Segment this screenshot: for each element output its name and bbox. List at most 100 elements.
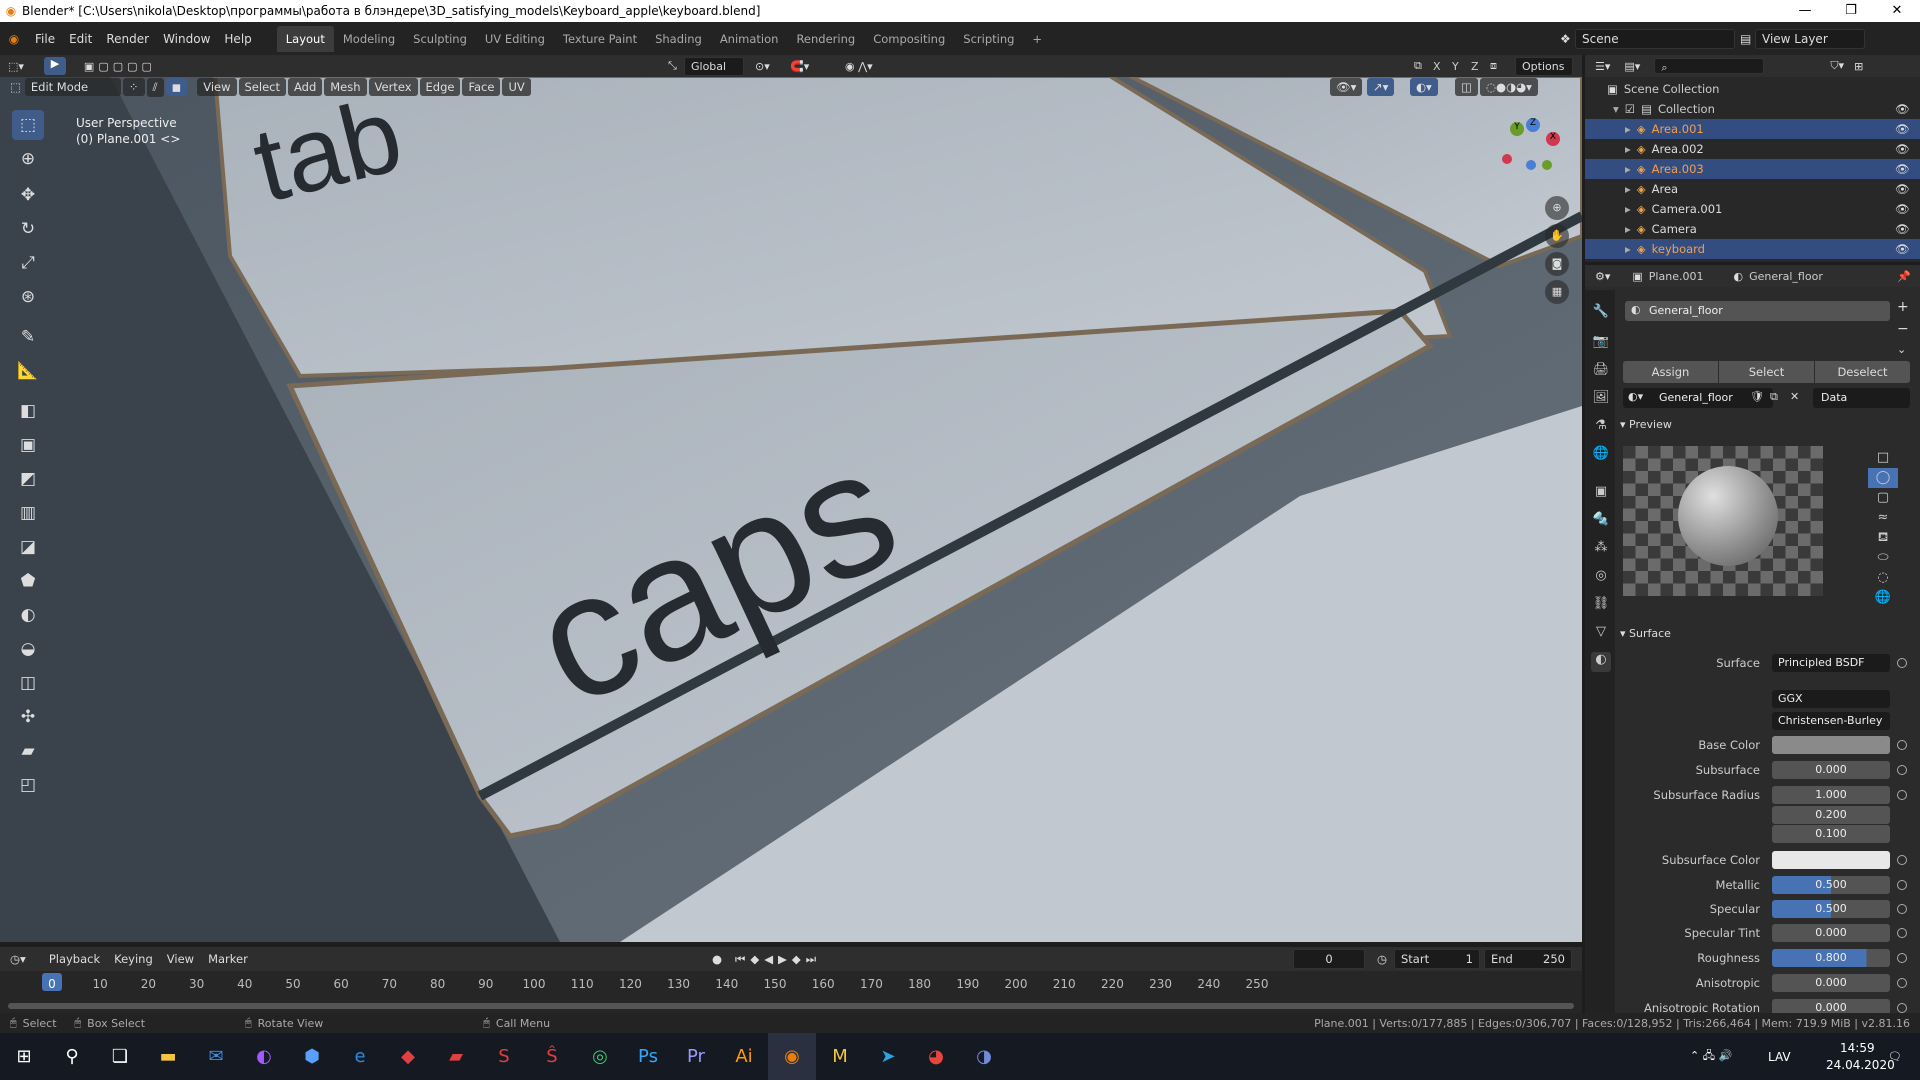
edge-slide-tool-icon[interactable]: ◫ (12, 668, 44, 698)
blender-taskbar-icon[interactable]: ◉ (768, 1033, 816, 1080)
output-tab-icon[interactable]: 🖨 (1591, 362, 1611, 382)
gizmo-toggle-icon[interactable]: ↗▾ (1367, 78, 1395, 96)
socket-dot-icon[interactable] (1897, 790, 1907, 800)
mail-icon[interactable]: ✉ (192, 1033, 240, 1080)
shear-tool-icon[interactable]: ▰ (12, 736, 44, 766)
checkbox-icon[interactable]: ☑ (1625, 102, 1635, 116)
field-value[interactable]: GGX (1772, 690, 1890, 708)
shading-modes-icon[interactable]: ◌●◑◕▾ (1480, 78, 1538, 96)
outliner-item[interactable]: ▸ ◈ keyboard 👁 (1585, 239, 1920, 259)
record-icon[interactable]: ● (712, 952, 722, 966)
tab-rendering[interactable]: Rendering (787, 26, 864, 52)
preview-type-icons[interactable]: □ ◯ ▢ ≈ ⛾ ⬭ ◌ 🌐 (1868, 448, 1898, 608)
notifications-icon[interactable]: 🗨 (1888, 1050, 1902, 1063)
vertex-select-icon[interactable]: ⁘ (122, 78, 145, 96)
expand-arrow-icon[interactable]: ▸ (1625, 222, 1631, 236)
deselect-button[interactable]: Deselect (1815, 361, 1910, 383)
discord-icon[interactable]: ◑ (960, 1033, 1008, 1080)
outliner-item[interactable]: ▸ ◈ Camera.001 👁 (1585, 199, 1920, 219)
premiere-icon[interactable]: Pr (672, 1033, 720, 1080)
menu-uv[interactable]: UV (502, 78, 531, 96)
menu-view[interactable]: View (197, 78, 237, 96)
menu-mesh[interactable]: Mesh (324, 78, 367, 96)
smooth-tool-icon[interactable]: ◒ (12, 634, 44, 664)
data-tab-icon[interactable]: ▽ (1591, 624, 1611, 644)
timeline-menu-keying[interactable]: Keying (107, 952, 160, 966)
eye-icon[interactable]: 👁 (1895, 202, 1910, 216)
camera-view-icon[interactable]: ◙ (1545, 252, 1569, 276)
playback-controls-icon[interactable]: ⏮◆◀▶◆⏭ (735, 952, 821, 967)
app-s2-icon[interactable]: Ŝ (528, 1033, 576, 1080)
field-value[interactable]: 0.500 (1772, 900, 1890, 918)
tab-shading[interactable]: Shading (646, 26, 711, 52)
gizmo-z-axis[interactable]: Z (1526, 118, 1540, 132)
duplicate-material-icon[interactable]: ⧉ (1770, 390, 1778, 404)
app-m-icon[interactable]: M (816, 1033, 864, 1080)
field-value[interactable]: 0.200 (1772, 806, 1890, 824)
filter-icon[interactable]: ⛉▾ (1830, 59, 1844, 73)
field-value[interactable]: 0.000 (1772, 761, 1890, 779)
add-workspace-button[interactable]: + (1023, 26, 1051, 52)
field-value[interactable] (1772, 736, 1890, 754)
transform-tool-icon[interactable]: ⊛ (12, 282, 44, 312)
app-box-icon[interactable]: ▰ (432, 1033, 480, 1080)
render-tab-icon[interactable]: 📷 (1591, 334, 1611, 354)
zoom-icon[interactable]: ⊕ (1545, 196, 1569, 220)
pin-icon[interactable]: 📌 (1897, 270, 1911, 283)
inset-tool-icon[interactable]: ▣ (12, 430, 44, 460)
eye-icon[interactable]: 👁 (1895, 102, 1910, 116)
gizmo-x-axis[interactable]: X (1546, 132, 1560, 146)
proportional-edit-icon[interactable]: ◉ ⋀▾ (845, 60, 873, 73)
mirror-axis-x[interactable]: X (1433, 60, 1441, 73)
app-cube-icon[interactable]: ⬢ (288, 1033, 336, 1080)
socket-dot-icon[interactable] (1897, 740, 1907, 750)
remove-slot-icon[interactable]: − (1897, 321, 1909, 337)
options-dropdown[interactable]: Options (1515, 56, 1573, 76)
rip-tool-icon[interactable]: ◰ (12, 770, 44, 800)
socket-dot-icon[interactable] (1897, 855, 1907, 865)
field-value[interactable]: 0.000 (1772, 924, 1890, 942)
tab-modeling[interactable]: Modeling (334, 26, 404, 52)
language-indicator[interactable]: LAV (1768, 1050, 1791, 1064)
menu-window[interactable]: Window (156, 32, 217, 46)
selection-mode-icons[interactable]: ▣▢▢▢▢ (84, 60, 156, 73)
xray-toggle-icon[interactable]: ◫ (1455, 78, 1478, 96)
outliner-type-icon[interactable]: ☰▾ (1595, 60, 1610, 73)
minimize-button[interactable]: — (1782, 0, 1828, 22)
eye-icon[interactable]: 👁 (1895, 122, 1910, 136)
measure-tool-icon[interactable]: 📐 (12, 356, 44, 386)
material-slot[interactable]: General_floor (1625, 301, 1890, 321)
mirror-icon[interactable]: ⧉ (1414, 59, 1422, 73)
expand-arrow-icon[interactable]: ▸ (1625, 242, 1631, 256)
timeline-editor-type-icon[interactable]: ◷▾ (10, 952, 26, 966)
menu-file[interactable]: File (28, 32, 62, 46)
app-green-icon[interactable]: ◎ (576, 1033, 624, 1080)
view-layer-tab-icon[interactable]: 🖼 (1591, 390, 1611, 410)
pivot-icon[interactable]: ⊙▾ (755, 60, 770, 73)
chrome-icon[interactable]: ◕ (912, 1033, 960, 1080)
orientation-selector[interactable]: Global (684, 56, 744, 76)
outliner-item[interactable]: ▸ ◈ Area.001 👁 (1585, 119, 1920, 139)
scene-selector[interactable]: Scene (1575, 28, 1735, 49)
expand-arrow-icon[interactable]: ▾ (1613, 102, 1619, 116)
edge-select-icon[interactable]: ⫽ (146, 77, 164, 97)
tool-tab-icon[interactable]: 🔧 (1591, 304, 1611, 324)
scene-tab-icon[interactable]: ⚗ (1591, 418, 1611, 438)
blender-menu-icon[interactable]: ◉ (0, 32, 28, 46)
field-value[interactable] (1772, 851, 1890, 869)
socket-dot-icon[interactable] (1897, 953, 1907, 963)
world-tab-icon[interactable]: 🌐 (1591, 446, 1611, 466)
material-browse-icon[interactable]: ◐▾ (1628, 390, 1643, 403)
expand-arrow-icon[interactable]: ▸ (1625, 142, 1631, 156)
poly-build-tool-icon[interactable]: ⬟ (12, 566, 44, 596)
link-selector[interactable]: Data (1813, 388, 1910, 408)
mirror-axis-z[interactable]: Z (1471, 60, 1479, 73)
gizmo-neg-y[interactable] (1542, 160, 1552, 170)
edge-browser-icon[interactable]: e (336, 1033, 384, 1080)
annotate-tool-icon[interactable]: ✎ (12, 322, 44, 352)
socket-dot-icon[interactable] (1897, 658, 1907, 668)
socket-dot-icon[interactable] (1897, 765, 1907, 775)
field-value[interactable]: 1.000 (1772, 786, 1890, 804)
socket-dot-icon[interactable] (1897, 904, 1907, 914)
expand-arrow-icon[interactable]: ▸ (1625, 202, 1631, 216)
